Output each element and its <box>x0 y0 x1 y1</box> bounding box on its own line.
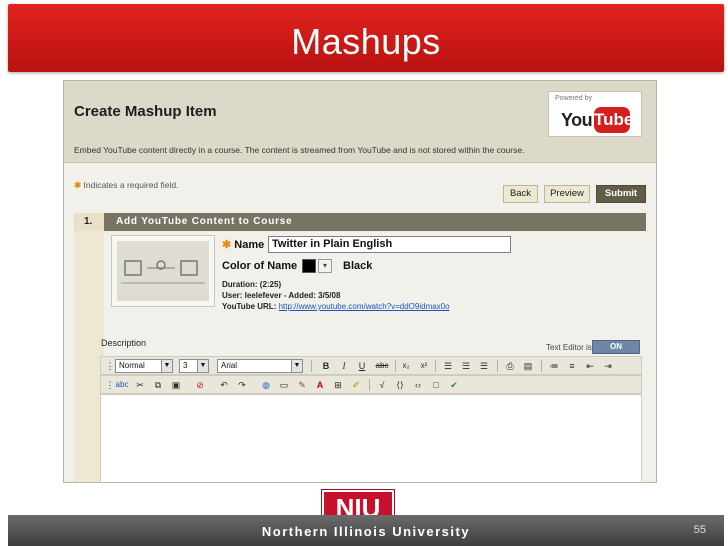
name-label: ✱ Name <box>222 238 264 251</box>
image-icon[interactable]: ⊞ <box>331 378 345 392</box>
paste-icon[interactable]: ▣ <box>169 378 183 392</box>
toolbar-separator <box>311 360 312 372</box>
font-select-value: Arial <box>221 361 238 370</box>
required-note: ✱ Indicates a required field. <box>74 180 178 191</box>
editor-toolbar-row-2: ⋮ abc ✂ ⧉ ▣ ⊘ ↶ ↷ ◍ ▭ ✎ A ⊞ ✐ √ ⟨⟩ ‹› □ … <box>100 375 642 394</box>
outdent-icon[interactable]: ⇤ <box>583 359 597 373</box>
color-swatch[interactable] <box>302 259 316 273</box>
youtube-logo: Powered by You Tube <box>548 91 642 137</box>
name-label-text: Name <box>234 239 265 251</box>
slide-footer: Northern Illinois University 55 <box>8 515 724 546</box>
description-editor[interactable] <box>100 394 642 482</box>
youtube-tube-text: Tube <box>594 107 633 133</box>
youtube-you-text: You <box>561 110 593 130</box>
pencil-icon[interactable]: ✎ <box>295 378 309 392</box>
toolbar-separator <box>541 360 542 372</box>
toolbar-separator <box>497 360 498 372</box>
align-center-icon[interactable]: ☰ <box>459 359 473 373</box>
chevron-down-icon: ▼ <box>291 360 302 372</box>
clipboard-icon[interactable]: ▤ <box>521 359 535 373</box>
slide-title: Mashups <box>291 21 441 62</box>
italic-icon[interactable]: I <box>337 359 351 373</box>
user-added-text: User: leelefever - Added: 3/5/08 <box>222 291 341 300</box>
size-select[interactable]: 3 ▼ <box>179 359 209 373</box>
color-label: Color of Name <box>222 260 298 272</box>
copy-icon[interactable]: ⧉ <box>151 378 165 392</box>
fullscreen-icon[interactable]: □ <box>429 378 443 392</box>
youtube-url-link[interactable]: http://www.youtube.com/watch?v=ddO9idmax… <box>279 302 450 311</box>
strikethrough-icon[interactable]: abc <box>373 359 391 373</box>
page-header: Create Mashup Item Embed YouTube content… <box>64 81 656 163</box>
highlight-icon[interactable]: ✐ <box>349 378 363 392</box>
youtube-url-label: YouTube URL: <box>222 302 277 311</box>
back-button[interactable]: Back <box>503 185 538 203</box>
table-icon[interactable]: ▭ <box>277 378 291 392</box>
spellcheck-icon[interactable]: abc <box>113 378 131 392</box>
bullet-list-icon[interactable]: ≡ <box>565 359 579 373</box>
required-note-text: Indicates a required field. <box>83 180 179 190</box>
find-icon[interactable]: ⎙ <box>503 359 517 373</box>
redo-icon[interactable]: ↷ <box>235 378 249 392</box>
text-editor-label: Text Editor is: <box>546 343 595 352</box>
cut-icon[interactable]: ✂ <box>133 378 147 392</box>
align-left-icon[interactable]: ☰ <box>441 359 455 373</box>
undo-icon[interactable]: ↶ <box>217 378 231 392</box>
name-input[interactable]: Twitter in Plain English <box>268 236 511 253</box>
editor-toolbar-row-1: ⋮ Normal ▼ 3 ▼ Arial ▼ B I U abc x₂ x² ☰… <box>100 356 642 375</box>
font-select[interactable]: Arial ▼ <box>217 359 303 373</box>
indent-icon[interactable]: ⇥ <box>601 359 615 373</box>
page-description: Embed YouTube content directly in a cour… <box>74 145 525 155</box>
footer-university-name: Northern Illinois University <box>261 524 471 539</box>
math-equation-icon[interactable]: √ <box>375 378 389 392</box>
style-select[interactable]: Normal ▼ <box>115 359 173 373</box>
align-right-icon[interactable]: ☰ <box>477 359 491 373</box>
numbered-list-icon[interactable]: ≔ <box>547 359 561 373</box>
step-label: Add YouTube Content to Course <box>116 216 293 227</box>
subscript-icon[interactable]: x₂ <box>399 359 413 373</box>
screenshot-frame: Create Mashup Item Embed YouTube content… <box>63 80 657 483</box>
color-value: Black <box>343 260 373 272</box>
step-number: 1. <box>74 213 104 231</box>
text-color-icon[interactable]: A <box>313 378 327 392</box>
text-editor-toggle[interactable]: ON <box>592 340 640 354</box>
thumbnail-drawing <box>121 260 205 284</box>
submit-button[interactable]: Submit <box>596 185 646 203</box>
required-star-icon: ✱ <box>74 180 82 190</box>
clear-format-icon[interactable]: ⊘ <box>193 378 207 392</box>
required-star-icon: ✱ <box>222 239 232 251</box>
video-thumbnail[interactable] <box>111 235 215 307</box>
chevron-down-icon: ▼ <box>161 360 172 372</box>
thumbnail-image <box>117 241 209 301</box>
style-select-value: Normal <box>119 361 145 370</box>
color-picker-icon[interactable]: ▾ <box>318 259 332 273</box>
page-number: 55 <box>693 524 706 536</box>
web-link-icon[interactable]: ◍ <box>259 378 273 392</box>
html-code-icon[interactable]: ⟨⟩ <box>393 378 407 392</box>
duration-text: Duration: (2:25) <box>222 280 282 289</box>
chevron-down-icon: ▼ <box>197 360 208 372</box>
description-label: Description <box>101 338 147 348</box>
superscript-icon[interactable]: x² <box>417 359 431 373</box>
toolbar-separator <box>435 360 436 372</box>
powered-by-label: Powered by <box>555 95 592 102</box>
youtube-url-row: YouTube URL: http://www.youtube.com/watc… <box>222 302 450 311</box>
bold-icon[interactable]: B <box>319 359 333 373</box>
preview-button[interactable]: Preview <box>544 185 590 203</box>
step-header: 1. Add YouTube Content to Course <box>74 213 646 231</box>
page-title: Create Mashup Item <box>74 103 217 120</box>
underline-icon[interactable]: U <box>355 359 369 373</box>
toolbar-separator <box>395 360 396 372</box>
slide-header: Mashups <box>8 4 724 72</box>
toolbar-separator <box>369 379 370 391</box>
source-icon[interactable]: ‹› <box>411 378 425 392</box>
size-select-value: 3 <box>183 361 188 370</box>
check-icon[interactable]: ✔ <box>447 378 461 392</box>
